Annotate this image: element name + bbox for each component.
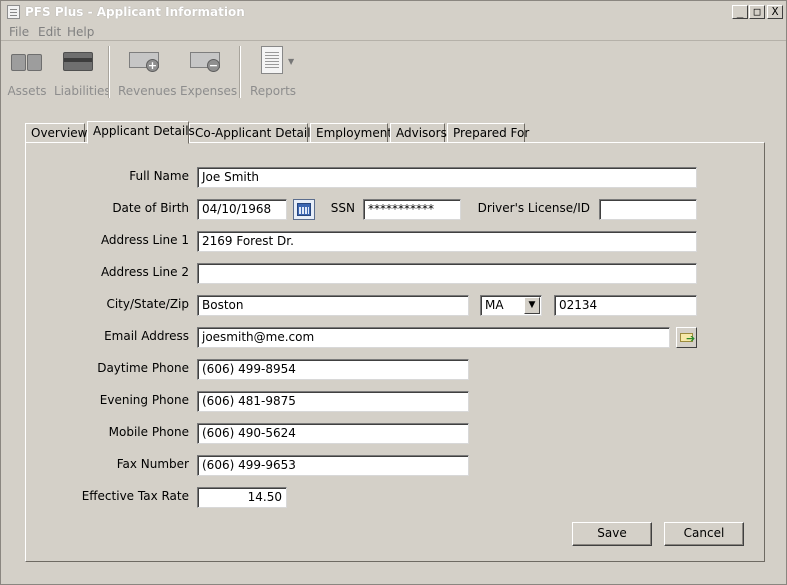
address-line-2-input[interactable] xyxy=(197,263,697,284)
menu-help[interactable]: Help xyxy=(67,25,94,39)
app-icon xyxy=(7,5,20,19)
tab-applicant-details[interactable]: Applicant Details xyxy=(87,121,195,144)
toolbar-separator xyxy=(108,46,110,98)
reports-label: Reports xyxy=(250,84,297,98)
effective-tax-rate-label: Effective Tax Rate xyxy=(81,489,189,503)
reports-button[interactable]: Reports xyxy=(250,46,297,98)
daytime-phone-input[interactable]: (606) 499-8954 xyxy=(197,359,469,380)
report-page-icon xyxy=(255,46,289,74)
effective-tax-rate-input[interactable]: 14.50 xyxy=(197,487,287,508)
full-name-input[interactable]: Joe Smith xyxy=(197,167,697,188)
fax-number-label: Fax Number xyxy=(116,457,189,471)
assets-label: Assets xyxy=(7,84,47,98)
revenues-button[interactable]: + Revenues xyxy=(118,46,177,98)
calendar-icon[interactable] xyxy=(293,199,315,220)
toolbar: Assets Liabilities + Revenues − Expenses… xyxy=(1,42,786,102)
maximize-button[interactable]: □ xyxy=(749,5,765,19)
tab-advisors[interactable]: Advisors xyxy=(390,123,447,143)
city-state-zip-label: City/State/Zip xyxy=(106,297,189,311)
date-of-birth-input[interactable]: 04/10/1968 xyxy=(197,199,287,220)
drivers-license-input[interactable] xyxy=(599,199,697,220)
date-of-birth-label: Date of Birth xyxy=(112,201,189,215)
liabilities-button[interactable]: Liabilities xyxy=(54,46,111,98)
revenues-label: Revenues xyxy=(118,84,177,98)
tab-prepared-for[interactable]: Prepared For xyxy=(447,123,529,143)
minimize-button[interactable]: _ xyxy=(732,5,748,19)
credit-card-icon xyxy=(61,46,95,74)
mobile-phone-label: Mobile Phone xyxy=(108,425,189,439)
revenue-money-icon: + xyxy=(128,46,162,74)
city-input[interactable]: Boston xyxy=(197,295,469,316)
save-button[interactable]: Save xyxy=(572,522,652,546)
reports-dropdown-icon[interactable]: ▼ xyxy=(288,57,294,66)
expenses-label: Expenses xyxy=(180,84,238,98)
send-email-icon[interactable]: ➔ xyxy=(676,327,697,348)
evening-phone-label: Evening Phone xyxy=(99,393,189,407)
email-address-label: Email Address xyxy=(104,329,189,343)
fax-number-input[interactable]: (606) 499-9653 xyxy=(197,455,469,476)
zip-input[interactable]: 02134 xyxy=(554,295,697,316)
daytime-phone-label: Daytime Phone xyxy=(97,361,189,375)
address-line-1-input[interactable]: 2169 Forest Dr. xyxy=(197,231,697,252)
email-input[interactable]: joesmith@me.com xyxy=(197,327,670,348)
address-line-2-label: Address Line 2 xyxy=(100,265,189,279)
mobile-phone-input[interactable]: (606) 490-5624 xyxy=(197,423,469,444)
cancel-button[interactable]: Cancel xyxy=(664,522,744,546)
ssn-input[interactable]: *********** xyxy=(363,199,461,220)
menu-edit[interactable]: Edit xyxy=(38,25,61,39)
address-line-1-label: Address Line 1 xyxy=(100,233,189,247)
tab-employment[interactable]: Employment xyxy=(310,123,392,143)
close-button[interactable]: X xyxy=(767,5,783,19)
title-bar: PFS Plus - Applicant Information _ □ X xyxy=(1,1,786,23)
assets-button[interactable]: Assets xyxy=(7,46,47,98)
evening-phone-input[interactable]: (606) 481-9875 xyxy=(197,391,469,412)
toolbar-separator xyxy=(239,46,241,98)
window-title: PFS Plus - Applicant Information xyxy=(25,5,245,19)
expense-money-icon: − xyxy=(189,46,223,74)
full-name-label: Full Name xyxy=(129,169,189,183)
drivers-license-label: Driver's License/ID xyxy=(477,201,590,215)
app-window: PFS Plus - Applicant Information _ □ X F… xyxy=(0,0,787,585)
tab-co-applicant-details[interactable]: Co-Applicant Details xyxy=(189,123,317,143)
ssn-label: SSN xyxy=(330,201,355,215)
expenses-button[interactable]: − Expenses xyxy=(180,46,238,98)
assets-icon xyxy=(10,46,44,74)
menu-bar: File Edit Help xyxy=(1,23,786,41)
tab-overview[interactable]: Overview xyxy=(25,123,88,143)
menu-file[interactable]: File xyxy=(9,25,29,39)
liabilities-label: Liabilities xyxy=(54,84,111,98)
chevron-down-icon[interactable]: ▼ xyxy=(524,297,540,314)
